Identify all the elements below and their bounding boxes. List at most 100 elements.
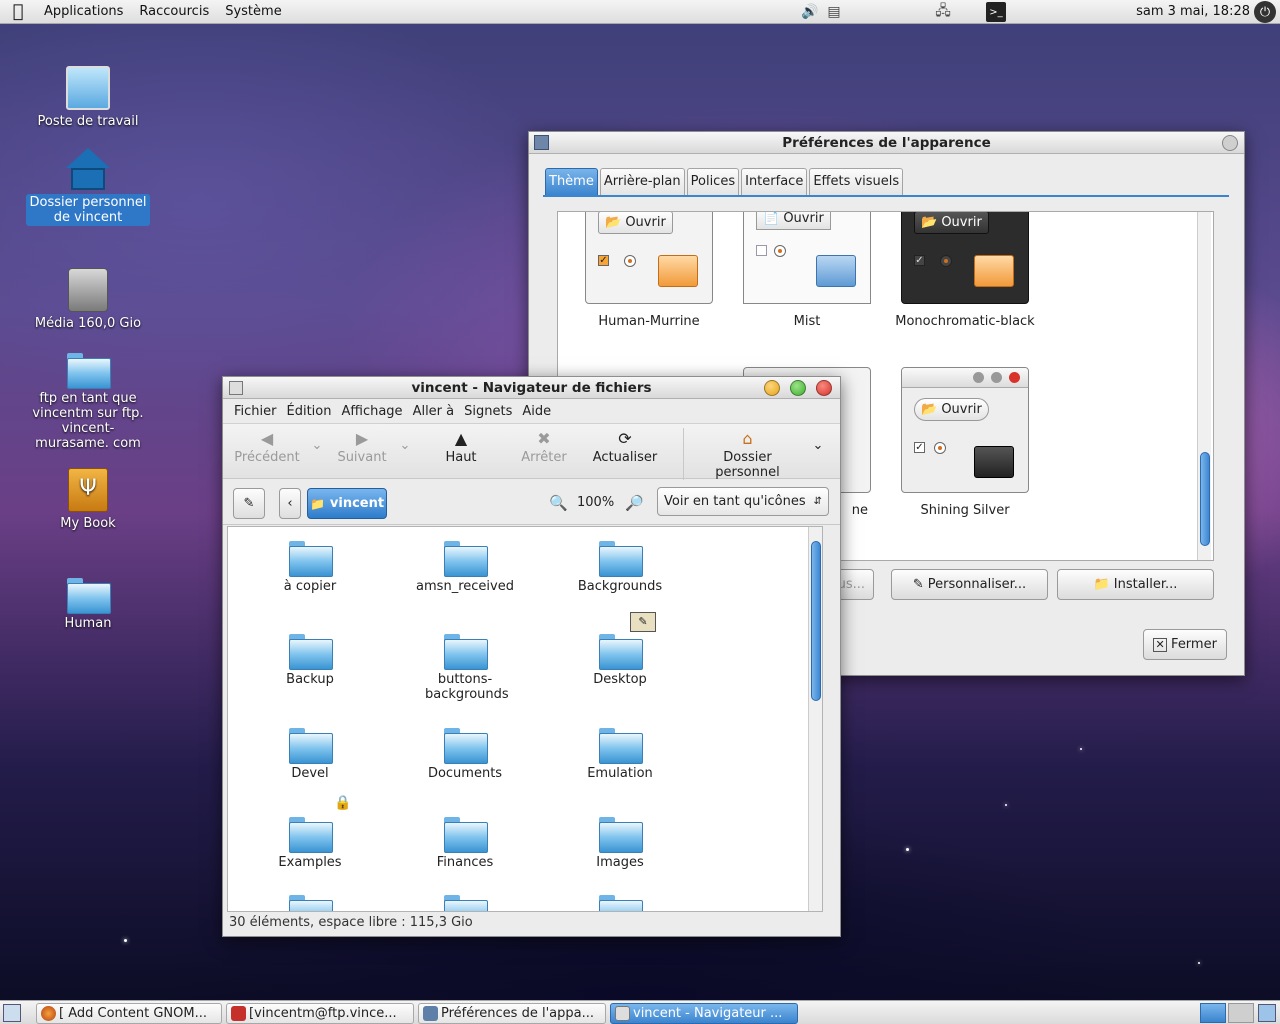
clock[interactable]: sam 3 mai, 18:28 (1136, 4, 1250, 19)
tab-interface[interactable]: Interface (741, 168, 808, 195)
close-button[interactable]: ✕ Fermer (1143, 629, 1227, 660)
menu-aide[interactable]: Aide (517, 404, 556, 419)
theme-item-monochromatic-black[interactable]: 📂 Ouvrir ✓ Monochromatic-black (890, 212, 1040, 329)
network-icon[interactable]: 🖧 (932, 2, 954, 22)
preview-open-button: 📂 Ouvrir (914, 398, 989, 421)
volume-icon[interactable]: 🔊 (800, 2, 820, 22)
power-icon[interactable]: ⏻ (1254, 1, 1276, 23)
scroll-thumb[interactable] (811, 541, 821, 701)
desktop-icon-ftp[interactable]: ftp en tant que vincentm sur ftp. vincen… (26, 353, 150, 451)
tab-theme[interactable]: Thème (545, 168, 598, 195)
zoom-level[interactable]: 100% (577, 495, 614, 510)
back-button[interactable]: ◀ Précédent (233, 428, 301, 465)
prefs-titlebar[interactable]: Préférences de l'apparence (529, 132, 1244, 154)
folder-icon (658, 255, 698, 287)
file-icon-view[interactable]: à copier amsn_received Backgrounds Backu… (227, 526, 823, 912)
maximize-icon[interactable] (790, 380, 806, 396)
monitor-icon (974, 446, 1014, 478)
file-item[interactable]: à copier (240, 541, 380, 594)
theme-item-shining-silver[interactable]: 📂 Ouvrir ✓ Shining Silver (890, 367, 1040, 518)
tab-visual-effects[interactable]: Effets visuels (809, 168, 904, 195)
task-appearance-preferences[interactable]: Préférences de l'appa... (418, 1003, 606, 1024)
workspace-1[interactable] (1200, 1003, 1226, 1023)
desktop-icon-human[interactable]: Human (26, 578, 150, 631)
home-button[interactable]: ⌂ Dossier personnel (683, 428, 805, 480)
toolbar-overflow-chevron-icon[interactable]: ⌄ (811, 438, 825, 453)
path-segment-vincent[interactable]: 📁 vincent (307, 488, 387, 519)
file-item[interactable]: Backgrounds (550, 541, 690, 594)
file-item-partial[interactable] (550, 895, 690, 911)
tab-fonts[interactable]: Polices (686, 168, 740, 195)
panel-menu-applications[interactable]: Applications (36, 4, 131, 19)
folder-icon (444, 728, 488, 764)
desktop-icon-computer[interactable]: Poste de travail (26, 66, 150, 129)
file-item[interactable]: amsn_received (395, 541, 535, 594)
folder-icon (289, 728, 333, 764)
file-item-partial[interactable] (240, 895, 380, 911)
toggle-location-entry-button[interactable]: ✎ (233, 488, 265, 519)
task-filezilla[interactable]: [vincentm@ftp.vince... (226, 1003, 414, 1024)
file-item[interactable]: Examples 🔒 (240, 795, 380, 870)
reload-button[interactable]: ⟳ Actualiser (591, 428, 659, 465)
task-file-browser[interactable]: vincent - Navigateur ... (610, 1003, 798, 1024)
window-menu-icon[interactable] (534, 135, 549, 150)
menu-signets[interactable]: Signets (459, 404, 517, 419)
file-item[interactable]: Emulation (550, 728, 690, 781)
minimize-icon[interactable] (764, 380, 780, 396)
panel-menu-raccourcis[interactable]: Raccourcis (131, 4, 217, 19)
browser-titlebar[interactable]: vincent - Navigateur de fichiers (223, 377, 840, 399)
customize-button[interactable]: ✎ Personnaliser... (891, 569, 1048, 600)
desktop-icon-home[interactable]: Dossier personnel de vincent (26, 148, 150, 226)
theme-item-human-murrine[interactable]: 📂 Ouvrir ✓ Human-Murrine (574, 212, 724, 329)
path-scroll-left-button[interactable]: ‹ (279, 488, 301, 519)
file-item[interactable]: Desktop ✎ (550, 612, 690, 687)
forward-button[interactable]: ▶ Suivant (331, 428, 393, 465)
workspace-2[interactable] (1228, 1003, 1254, 1023)
terminal-icon[interactable]: >_ (986, 2, 1006, 22)
theme-item-mist[interactable]: 📄 Ouvrir Mist (732, 212, 882, 329)
task-firefox[interactable]: [ Add Content GNOM... (36, 1003, 222, 1024)
file-view-scrollbar[interactable] (808, 527, 822, 911)
up-arrow-icon: ▲ (454, 429, 468, 448)
show-desktop-icon[interactable] (3, 1004, 21, 1022)
window-menu-icon[interactable] (229, 381, 243, 395)
close-icon[interactable] (816, 380, 832, 396)
desktop-icon-media[interactable]: Média 160,0 Gio (26, 268, 150, 331)
trash-icon[interactable] (1258, 1004, 1276, 1022)
maximize-icon (991, 372, 1002, 383)
menu-fichier[interactable]: Fichier (229, 404, 282, 419)
tab-background[interactable]: Arrière-plan (599, 168, 685, 195)
view-mode-select[interactable]: Voir en tant qu'icônes ⇵ (657, 487, 829, 516)
file-item[interactable]: buttons-backgrounds (395, 634, 535, 702)
install-button[interactable]: 📁 Installer... (1057, 569, 1214, 600)
theme-list-scrollbar[interactable] (1197, 212, 1211, 560)
zoom-in-icon[interactable]: 🔎 (625, 494, 644, 512)
file-item[interactable]: Devel (240, 728, 380, 781)
menu-edition[interactable]: Édition (282, 404, 337, 419)
filezilla-icon (231, 1006, 246, 1021)
menu-aller-a[interactable]: Aller à (408, 404, 460, 419)
file-label: Examples (278, 855, 342, 870)
panel-menu-systeme[interactable]: Système (217, 4, 289, 19)
edit-icon: ✎ (912, 577, 924, 592)
up-button[interactable]: ▲ Haut (439, 428, 483, 465)
file-item[interactable]: Images (550, 817, 690, 870)
location-bar: ✎ ‹ 📁 vincent 🔍 100% 🔎 Voir en tant qu'i… (223, 479, 840, 525)
stop-button[interactable]: ✖ Arrêter (517, 428, 571, 465)
menu-affichage[interactable]: Affichage (336, 404, 407, 419)
apple-icon[interactable]:  (0, 0, 36, 24)
appearance-icon (423, 1006, 438, 1021)
zoom-out-icon[interactable]: 🔍 (549, 494, 568, 512)
file-label: buttons-backgrounds (425, 672, 509, 702)
file-item-partial[interactable] (395, 895, 535, 911)
network-monitor-icon[interactable]: ▤ (824, 2, 844, 22)
star (906, 848, 909, 851)
file-item[interactable]: Finances (395, 817, 535, 870)
scroll-thumb[interactable] (1200, 452, 1210, 546)
file-item[interactable]: Backup (240, 634, 380, 687)
close-icon[interactable] (1222, 135, 1238, 151)
file-item[interactable]: Documents (395, 728, 535, 781)
forward-history-dropdown[interactable]: ⌄ (399, 438, 411, 453)
desktop-icon-mybook[interactable]: Ψ My Book (26, 468, 150, 531)
back-history-dropdown[interactable]: ⌄ (311, 438, 323, 453)
